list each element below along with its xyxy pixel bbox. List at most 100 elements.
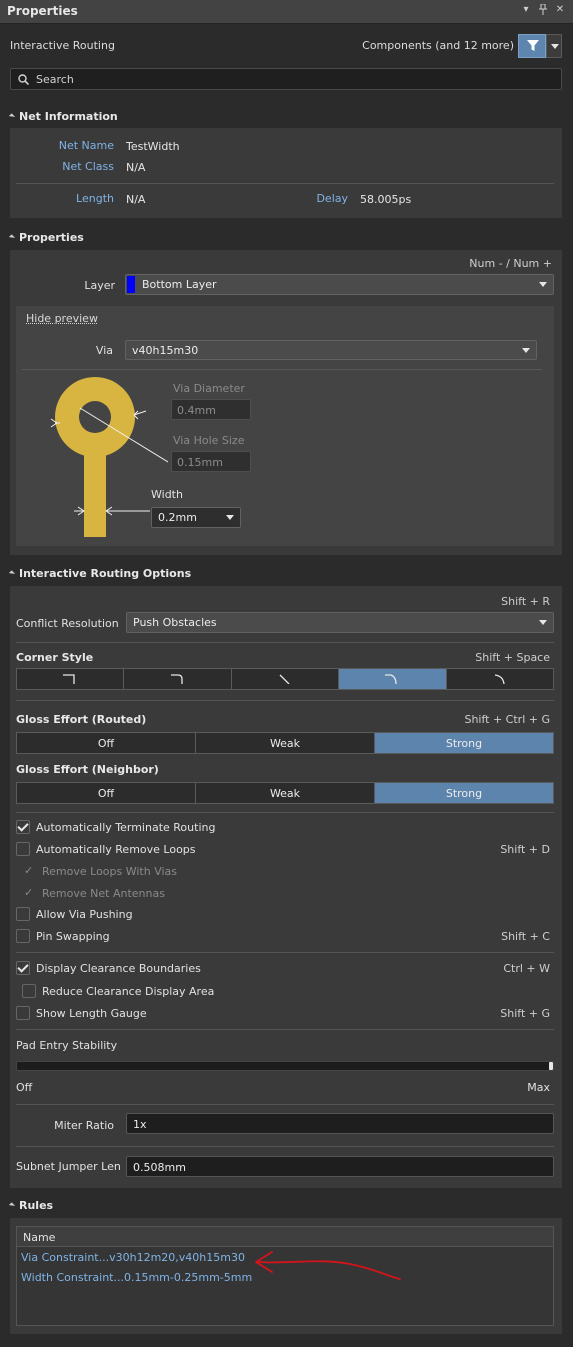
column-header-name[interactable]: Name — [23, 1231, 55, 1244]
corner-any-button[interactable] — [447, 669, 553, 689]
corner-style-selector[interactable] — [16, 668, 554, 690]
layer-color-swatch — [127, 276, 135, 293]
corner-90-icon — [63, 674, 75, 684]
gloss-neighbor-off[interactable]: Off — [17, 783, 196, 803]
gloss-neighbor-strong[interactable]: Strong — [375, 783, 553, 803]
corner-90-arc-button[interactable] — [124, 669, 232, 689]
divider — [22, 369, 542, 370]
length-value: N/A — [126, 193, 146, 206]
rule-item-via-constraint[interactable]: Via Constraint...v30h12m20,v40h15m30 — [21, 1251, 245, 1264]
corner-45-arc-button[interactable] — [339, 669, 447, 689]
layer-shortcut: Num - / Num + — [469, 257, 552, 270]
auto-remove-loops-shortcut: Shift + D — [500, 843, 550, 856]
corner-90-arc-icon — [170, 674, 183, 684]
rule-item-width-constraint[interactable]: Width Constraint...0.15mm-0.25mm-5mm — [21, 1271, 252, 1284]
pad-entry-label: Pad Entry Stability — [16, 1039, 118, 1052]
net-name-label: Net Name — [58, 139, 114, 152]
search-input[interactable]: Search — [10, 68, 562, 90]
conflict-shortcut: Shift + R — [501, 595, 550, 608]
panel-title: Properties — [7, 4, 78, 18]
divider — [16, 1104, 554, 1105]
pin-swapping-shortcut: Shift + C — [501, 930, 550, 943]
dropdown-arrow-icon[interactable]: ▾ — [520, 4, 532, 15]
chevron-down-icon — [539, 620, 547, 625]
pin-swapping-checkbox[interactable] — [16, 929, 30, 943]
reduce-clearance-checkbox[interactable] — [22, 984, 36, 998]
width-label: Width — [151, 488, 183, 501]
gloss-routed-off[interactable]: Off — [17, 733, 196, 753]
filter-button[interactable] — [518, 34, 546, 58]
gloss-routed-weak[interactable]: Weak — [196, 733, 375, 753]
miter-ratio-label: Miter Ratio — [54, 1119, 114, 1132]
miter-ratio-input[interactable]: 1x — [126, 1113, 554, 1134]
routing-mode-label: Interactive Routing — [10, 39, 115, 52]
pin-icon[interactable] — [537, 3, 549, 18]
annotation-arrow — [255, 1251, 401, 1280]
via-preview-panel: Hide preview Via v40h15m30 Via Diameter … — [16, 306, 554, 546]
allow-via-pushing-checkbox[interactable] — [16, 907, 30, 921]
chevron-down-icon — [226, 515, 234, 520]
divider — [16, 183, 554, 184]
corner-style-label: Corner Style — [16, 651, 94, 664]
corner-any-icon — [494, 674, 505, 684]
properties-panel: Num - / Num + Layer Bottom Layer Hide pr… — [10, 250, 562, 555]
via-label: Via — [95, 344, 113, 357]
layer-label: Layer — [84, 279, 115, 292]
collapse-arrow-icon — [8, 1202, 16, 1209]
section-net-information[interactable]: Net Information — [8, 110, 118, 123]
delay-label: Delay — [316, 192, 348, 205]
corner-45-button[interactable] — [232, 669, 340, 689]
close-icon[interactable]: ✕ — [554, 4, 566, 15]
search-icon — [18, 74, 29, 85]
check-mark-icon: ✓ — [24, 864, 34, 877]
divider — [16, 812, 554, 813]
subnet-jumper-label: Subnet Jumper Len — [16, 1160, 121, 1173]
net-class-label: Net Class — [62, 160, 114, 173]
via-diameter-input[interactable]: 0.4mm — [171, 399, 251, 420]
corner-style-shortcut: Shift + Space — [475, 651, 550, 664]
corner-90-button[interactable] — [17, 669, 125, 689]
hide-preview-link[interactable]: Hide preview — [26, 312, 98, 325]
gloss-routed-strong[interactable]: Strong — [375, 733, 553, 753]
via-dropdown[interactable]: v40h15m30 — [125, 340, 537, 360]
divider — [16, 642, 554, 643]
check-mark-icon: ✓ — [24, 886, 34, 899]
layer-dropdown[interactable]: Bottom Layer — [125, 274, 554, 295]
collapse-arrow-icon — [8, 570, 16, 577]
auto-remove-loops-checkbox[interactable] — [16, 842, 30, 856]
routing-options-panel: Shift + R Conflict Resolution Push Obsta… — [10, 586, 562, 1188]
width-dropdown[interactable]: 0.2mm — [151, 507, 241, 528]
conflict-resolution-label: Conflict Resolution — [16, 617, 119, 630]
delay-value: 58.005ps — [360, 193, 412, 206]
gloss-neighbor-weak[interactable]: Weak — [196, 783, 375, 803]
collapse-arrow-icon — [8, 113, 16, 120]
length-gauge-shortcut: Shift + G — [500, 1007, 550, 1020]
filter-dropdown-button[interactable] — [546, 34, 562, 58]
length-gauge-checkbox[interactable] — [16, 1006, 30, 1020]
chevron-down-icon — [551, 44, 559, 49]
section-properties[interactable]: Properties — [8, 231, 84, 244]
display-clearance-shortcut: Ctrl + W — [503, 962, 550, 975]
auto-terminate-checkbox[interactable] — [16, 820, 30, 834]
corner-45-arc-icon — [385, 674, 398, 684]
length-label: Length — [76, 192, 114, 205]
divider — [16, 1029, 554, 1030]
via-hole-size-label: Via Hole Size — [173, 434, 245, 447]
gloss-routed-shortcut: Shift + Ctrl + G — [464, 713, 550, 726]
chevron-down-icon — [539, 282, 547, 287]
slider-handle[interactable] — [549, 1062, 553, 1070]
subnet-jumper-input[interactable]: 0.508mm — [126, 1156, 554, 1177]
panel-titlebar: Properties ▾ ✕ — [0, 0, 573, 24]
display-clearance-checkbox[interactable] — [16, 961, 30, 975]
conflict-resolution-dropdown[interactable]: Push Obstacles — [126, 612, 554, 633]
gloss-neighbor-selector[interactable]: Off Weak Strong — [16, 782, 554, 804]
search-placeholder: Search — [36, 73, 74, 86]
via-hole-size-input[interactable]: 0.15mm — [171, 451, 251, 472]
filter-summary[interactable]: Components (and 12 more) — [362, 39, 514, 52]
via-track-diagram — [50, 377, 168, 537]
section-routing-options[interactable]: Interactive Routing Options — [8, 567, 191, 580]
pad-entry-slider[interactable] — [16, 1061, 554, 1071]
collapse-arrow-icon — [8, 234, 16, 241]
section-rules[interactable]: Rules — [8, 1199, 53, 1212]
gloss-routed-selector[interactable]: Off Weak Strong — [16, 732, 554, 754]
